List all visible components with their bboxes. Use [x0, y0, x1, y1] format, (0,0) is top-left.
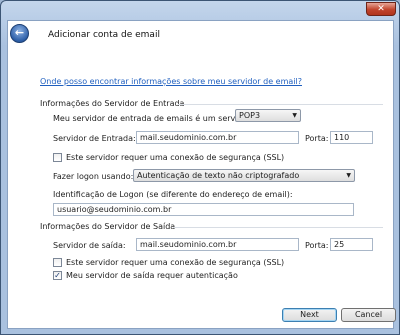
incoming-server-input[interactable]: mail.seudominio.com.br [136, 131, 299, 144]
close-button[interactable]: ✕ [366, 2, 396, 16]
dialog-content: ← Adicionar conta de email Onde posso en… [7, 20, 394, 329]
chevron-down-icon: ▼ [292, 112, 297, 119]
server-type-value: POP3 [239, 111, 261, 120]
incoming-port-input[interactable]: 110 [330, 131, 373, 144]
incoming-ssl-checkbox[interactable] [53, 153, 62, 162]
logon-id-input[interactable]: usuario@seudominio.com.br [53, 203, 354, 216]
next-button[interactable]: Next [282, 308, 337, 322]
server-type-select[interactable]: POP3 ▼ [235, 109, 301, 122]
outgoing-auth-label: Meu servidor de saída requer autenticaçã… [66, 271, 238, 280]
server-type-label: Meu servidor de entrada de emails é um s… [53, 114, 251, 123]
section-divider [173, 227, 383, 228]
logon-id-label: Identificação de Logon (se diferente do … [53, 190, 293, 199]
outgoing-server-input[interactable]: mail.seudominio.com.br [136, 238, 299, 251]
dialog-window: ✕ ← Adicionar conta de email Onde posso … [0, 0, 400, 335]
logon-method-value: Autenticação de texto não criptografado [137, 171, 300, 180]
cancel-button[interactable]: Cancel [341, 308, 396, 322]
arrow-left-icon: ← [14, 26, 25, 39]
checkmark-icon: ✓ [54, 271, 61, 280]
outgoing-server-label: Servidor de saída: [53, 241, 126, 250]
dialog-title: Adicionar conta de email [48, 30, 160, 40]
outgoing-section-title: Informações do Servidor de Saída [40, 222, 176, 231]
incoming-server-label: Servidor de Entrada: [53, 134, 136, 143]
chevron-down-icon: ▼ [346, 172, 351, 179]
section-divider [178, 104, 383, 105]
incoming-port-label: Porta: [305, 134, 329, 143]
close-icon: ✕ [377, 4, 385, 14]
outgoing-port-input[interactable]: 25 [330, 238, 373, 251]
back-button[interactable]: ← [10, 24, 29, 43]
logon-method-label: Fazer logon usando: [53, 172, 134, 181]
incoming-section-title: Informações do Servidor de Entrada [40, 99, 185, 108]
outgoing-ssl-checkbox[interactable] [53, 258, 62, 267]
server-info-link[interactable]: Onde posso encontrar informações sobre m… [40, 77, 302, 86]
outgoing-port-label: Porta: [305, 241, 329, 250]
logon-method-select[interactable]: Autenticação de texto não criptografado … [133, 169, 355, 182]
incoming-ssl-label: Este servidor requer uma conexão de segu… [66, 153, 285, 162]
outgoing-ssl-label: Este servidor requer uma conexão de segu… [66, 258, 285, 267]
outgoing-auth-checkbox[interactable]: ✓ [53, 271, 62, 280]
